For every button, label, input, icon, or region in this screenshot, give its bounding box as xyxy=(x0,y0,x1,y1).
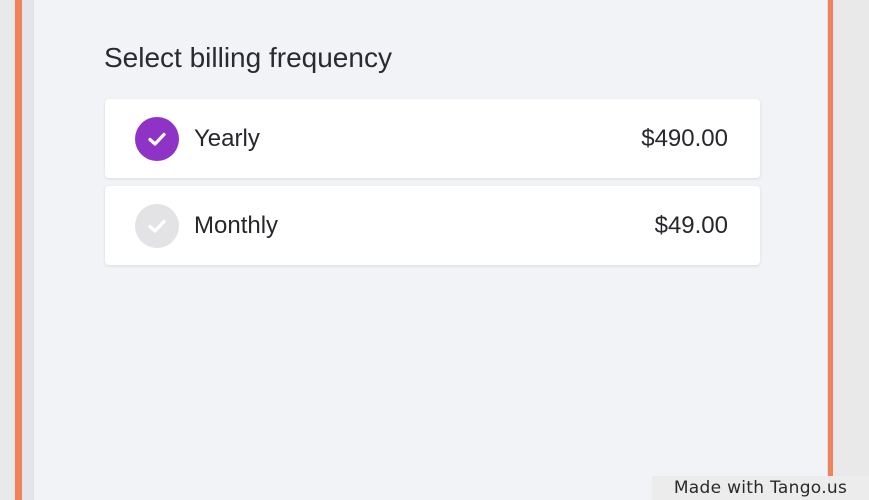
tango-watermark: Made with Tango.us xyxy=(652,476,869,500)
check-circle-icon xyxy=(135,117,179,161)
billing-option-price: $490.00 xyxy=(641,125,728,152)
billing-option-label: Yearly xyxy=(194,125,260,152)
billing-frequency-heading: Select billing frequency xyxy=(104,42,392,73)
billing-option-yearly[interactable]: Yearly $490.00 xyxy=(105,99,760,178)
billing-option-price: $49.00 xyxy=(654,212,728,239)
check-circle-icon xyxy=(135,204,179,248)
billing-option-monthly[interactable]: Monthly $49.00 xyxy=(105,186,760,265)
billing-option-label: Monthly xyxy=(194,212,279,239)
screenshot-stage: Select billing frequency Yearly $490.00 … xyxy=(0,0,869,500)
